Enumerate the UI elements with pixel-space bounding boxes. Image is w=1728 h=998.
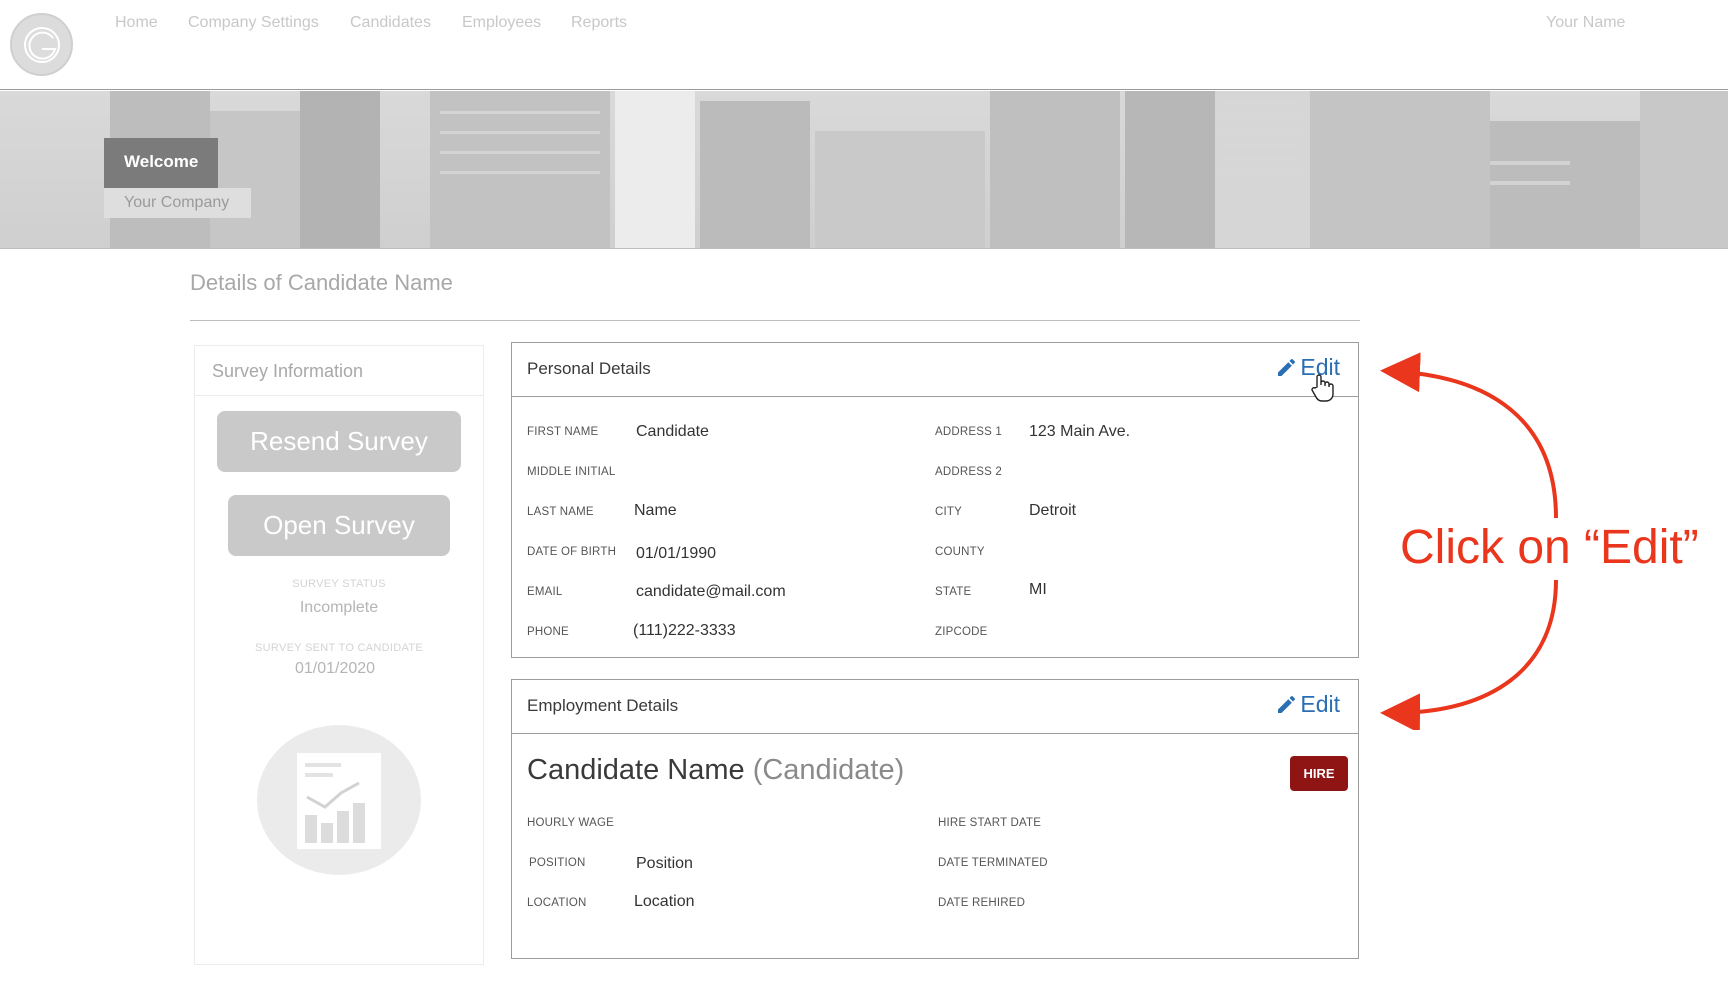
personal-details-card: Personal Details Edit FIRST NAME Candida… (511, 342, 1359, 658)
nav-employees[interactable]: Employees (462, 14, 541, 32)
address1-label: ADDRESS 1 (935, 426, 1002, 438)
employment-details-title: Employment Details (527, 696, 679, 715)
page-title: Details of Candidate Name (190, 270, 453, 295)
location-label: LOCATION (527, 897, 587, 909)
hourly-wage-label: HOURLY WAGE (527, 817, 614, 829)
survey-sent-value: 01/01/2020 (294, 660, 376, 677)
dob-value: 01/01/1990 (636, 545, 717, 562)
position-label: POSITION (529, 857, 586, 869)
survey-heading: Survey Information (195, 346, 483, 396)
dob-label: DATE OF BIRTH (527, 546, 617, 558)
location-value: Location (634, 893, 695, 910)
nav-company-settings[interactable]: Company Settings (188, 14, 319, 32)
email-label: EMAIL (527, 586, 563, 598)
employment-details-card: Employment Details Edit Candidate Name (… (511, 679, 1359, 959)
welcome-banner: Welcome Your Company (0, 91, 1728, 249)
first-name-value: Candidate (636, 423, 709, 440)
state-value: MI (1029, 581, 1047, 598)
edit-employment-button[interactable]: Edit (1276, 691, 1340, 718)
title-divider (190, 320, 1360, 321)
county-label: COUNTY (935, 546, 985, 558)
phone-value: (111)222-3333 (633, 622, 736, 639)
welcome-label: Welcome (104, 138, 218, 188)
last-name-label: LAST NAME (527, 506, 594, 518)
personal-details-header: Personal Details Edit (512, 343, 1358, 397)
zipcode-label: ZIPCODE (935, 626, 988, 638)
survey-status-label: SURVEY STATUS (292, 578, 386, 590)
personal-details-title: Personal Details (527, 359, 651, 378)
hire-start-label: HIRE START DATE (938, 817, 1042, 829)
company-name: Your Company (104, 188, 251, 218)
pencil-icon (1278, 695, 1296, 713)
employment-details-header: Employment Details Edit (512, 680, 1358, 734)
date-rehired-label: DATE REHIRED (938, 897, 1026, 909)
survey-status-value: Incomplete (299, 599, 379, 616)
hand-cursor-icon (1311, 374, 1334, 402)
nav-reports[interactable]: Reports (571, 14, 627, 32)
state-label: STATE (935, 586, 972, 598)
top-nav: Home Company Settings Candidates Employe… (0, 0, 1728, 90)
candidate-name-heading: Candidate Name (Candidate) (527, 754, 904, 787)
middle-initial-label: MIDDLE INITIAL (527, 466, 616, 478)
edit-label: Edit (1300, 691, 1340, 717)
report-chart-icon (257, 725, 421, 875)
pencil-icon (1278, 358, 1296, 376)
first-name-label: FIRST NAME (527, 426, 599, 438)
open-survey-button[interactable]: Open Survey (228, 495, 450, 556)
address1-value: 123 Main Ave. (1029, 423, 1131, 440)
email-value: candidate@mail.com (636, 583, 786, 600)
resend-survey-button[interactable]: Resend Survey (217, 411, 461, 472)
phone-label: PHONE (527, 626, 569, 638)
nav-candidates[interactable]: Candidates (350, 14, 431, 32)
candidate-role: (Candidate) (752, 754, 905, 786)
city-value: Detroit (1029, 502, 1077, 519)
survey-sent-label: SURVEY SENT TO CANDIDATE (255, 642, 423, 654)
city-skyline-image (110, 91, 1728, 248)
last-name-value: Name (634, 502, 677, 519)
date-terminated-label: DATE TERMINATED (938, 857, 1048, 869)
hire-button[interactable]: HIRE (1290, 756, 1348, 791)
nav-home[interactable]: Home (115, 14, 158, 32)
survey-panel: Survey Information Resend Survey Open Su… (194, 345, 484, 965)
annotation-text: Click on “Edit” (1400, 521, 1699, 574)
candidate-name: Candidate Name (527, 754, 745, 786)
address2-label: ADDRESS 2 (935, 466, 1002, 478)
position-value: Position (636, 855, 693, 872)
city-label: CITY (935, 506, 962, 518)
company-logo[interactable] (10, 13, 73, 76)
user-name-menu[interactable]: Your Name (1546, 14, 1625, 32)
